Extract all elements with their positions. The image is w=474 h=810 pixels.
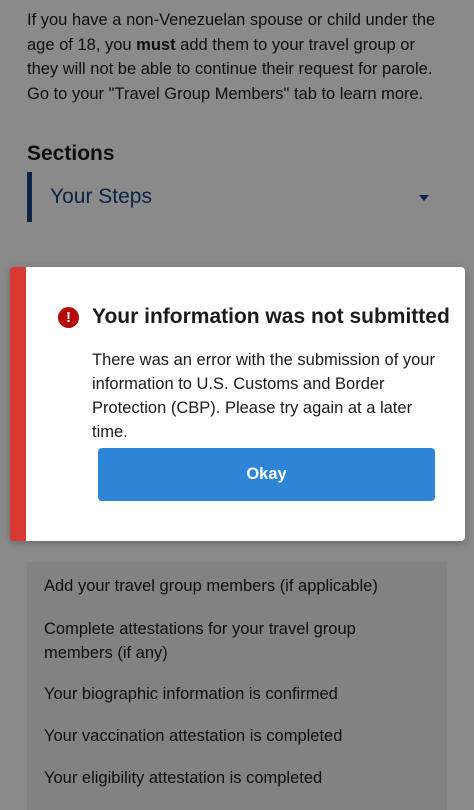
- exclamation-circle-icon: !: [58, 307, 79, 328]
- modal-heading: Your information was not submitted: [92, 305, 450, 328]
- modal-body: There was an error with the submission o…: [92, 351, 435, 441]
- error-modal: ! Your information was not submitted The…: [10, 267, 465, 541]
- okay-button[interactable]: Okay: [98, 448, 435, 501]
